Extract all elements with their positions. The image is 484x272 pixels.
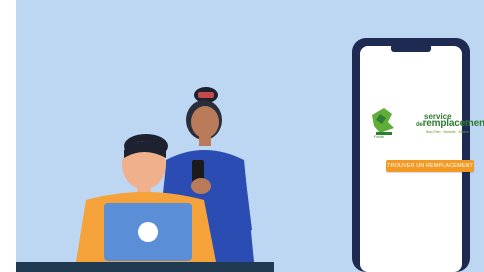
phone-mockup (352, 38, 470, 272)
logo-prefix: de (416, 122, 423, 128)
desk (16, 262, 274, 272)
logo-tagline: Bas-Rhin · Moselle · Alsace (426, 130, 469, 134)
find-replacement-button[interactable]: TROUVER UN REMPLACEMENT (386, 160, 474, 172)
illustration-scene (16, 38, 470, 272)
logo-replacement: remplacement (422, 118, 484, 129)
logo-badge: Fondé (374, 135, 384, 139)
logo-remplacement-text: deremplacement (416, 118, 484, 129)
video-frame: service deremplacement Bas-Rhin · Mosell… (16, 0, 484, 272)
